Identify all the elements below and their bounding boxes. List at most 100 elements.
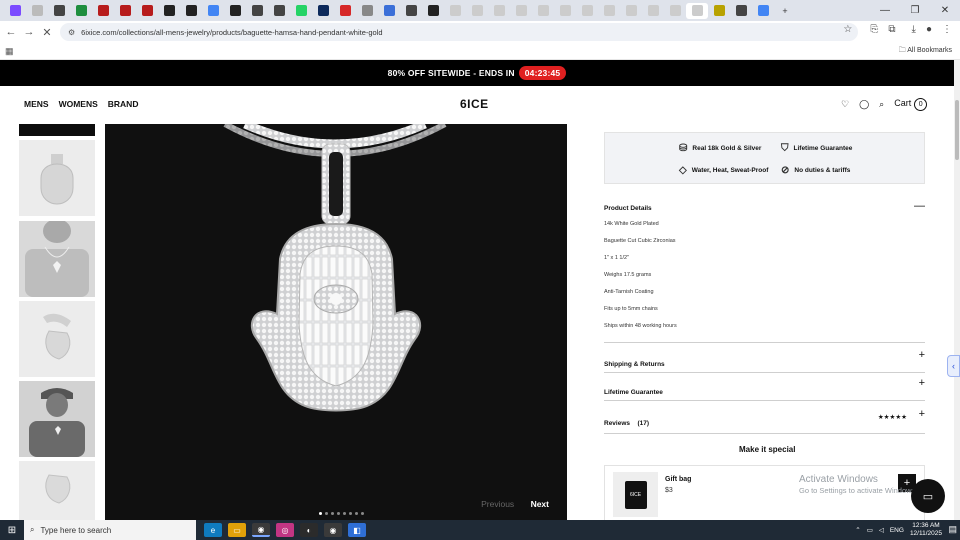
- account-icon[interactable]: ◯: [859, 99, 869, 110]
- expand-plus-icon[interactable]: +: [919, 408, 925, 420]
- nav-item-brand[interactable]: BRAND: [108, 99, 139, 109]
- bookmark-star-icon[interactable]: ☆: [843, 24, 852, 35]
- browser-tab[interactable]: [642, 3, 664, 19]
- browser-tab[interactable]: [246, 3, 268, 19]
- product-details-accordion[interactable]: Product Details — 14k White Gold Plated B…: [604, 200, 925, 343]
- browser-tab[interactable]: [554, 3, 576, 19]
- stop-loading-icon[interactable]: ✕: [38, 26, 56, 39]
- browser-menu-icon[interactable]: ⋮: [942, 24, 952, 35]
- thumbnail[interactable]: [19, 124, 95, 136]
- browser-tab[interactable]: [664, 3, 686, 19]
- reviews-accordion[interactable]: Reviews (17) ★★★★★ +: [604, 408, 925, 434]
- apps-grid-icon[interactable]: ▦: [5, 46, 14, 57]
- gallery-dot[interactable]: [331, 512, 334, 515]
- browser-tab[interactable]: [400, 3, 422, 19]
- restore-icon[interactable]: ❐: [900, 0, 930, 21]
- app-icon[interactable]: ◧: [348, 523, 366, 537]
- browser-tab[interactable]: [686, 2, 708, 19]
- app-icon[interactable]: ◐: [300, 523, 318, 537]
- browser-tab[interactable]: [510, 3, 532, 19]
- browser-tab[interactable]: [114, 3, 136, 19]
- browser-tab[interactable]: [180, 3, 202, 19]
- browser-tab[interactable]: [466, 3, 488, 19]
- browser-tab[interactable]: [202, 3, 224, 19]
- new-tab-icon[interactable]: +: [774, 3, 796, 19]
- shipping-accordion[interactable]: Shipping & Returns +: [604, 349, 925, 373]
- notifications-icon[interactable]: ▤: [948, 524, 957, 535]
- thumbnail[interactable]: [19, 301, 95, 377]
- gallery-dot[interactable]: [337, 512, 340, 515]
- language-indicator[interactable]: ENG: [890, 527, 904, 534]
- browser-tab[interactable]: [224, 3, 246, 19]
- install-app-icon[interactable]: ⎘: [870, 24, 878, 35]
- chat-button[interactable]: ▭: [911, 479, 945, 513]
- all-bookmarks-button[interactable]: 🗀 All Bookmarks: [899, 46, 952, 57]
- wishlist-heart-icon[interactable]: ♡: [841, 99, 849, 110]
- lifetime-accordion[interactable]: Lifetime Guarantee +: [604, 377, 925, 401]
- browser-tab[interactable]: [158, 3, 180, 19]
- windows-start-icon[interactable]: ⊞: [0, 525, 24, 536]
- browser-tab[interactable]: [136, 3, 158, 19]
- site-logo[interactable]: 6ICE: [460, 97, 489, 111]
- minimize-icon[interactable]: —: [870, 0, 900, 21]
- browser-tab[interactable]: [48, 3, 70, 19]
- browser-tab[interactable]: [422, 3, 444, 19]
- browser-tab[interactable]: [290, 3, 312, 19]
- browser-tab[interactable]: [752, 3, 774, 19]
- browser-tab[interactable]: [598, 3, 620, 19]
- instagram-icon[interactable]: ◎: [276, 523, 294, 537]
- file-explorer-icon[interactable]: ▭: [228, 523, 246, 537]
- taskbar-clock[interactable]: 12:36 AM 12/11/2025: [910, 522, 942, 538]
- previous-button[interactable]: Previous: [481, 499, 514, 509]
- taskbar-search[interactable]: ⌕ Type here to search: [24, 520, 196, 540]
- back-icon[interactable]: ←: [2, 26, 20, 38]
- browser-tab[interactable]: [708, 3, 730, 19]
- edge-icon[interactable]: e: [204, 523, 222, 537]
- gallery-dot[interactable]: [343, 512, 346, 515]
- browser-tab[interactable]: [488, 3, 510, 19]
- side-panel-tab[interactable]: ‹: [947, 355, 960, 377]
- browser-tab[interactable]: [92, 3, 114, 19]
- collapse-minus-icon[interactable]: —: [914, 200, 925, 212]
- browser-tab[interactable]: [444, 3, 466, 19]
- scrollbar-thumb[interactable]: [955, 100, 959, 160]
- site-info-icon[interactable]: ⚙: [68, 28, 75, 37]
- gallery-dot[interactable]: [355, 512, 358, 515]
- profile-avatar[interactable]: ●: [926, 24, 932, 35]
- url-input[interactable]: ⚙ 6ixice.com/collections/all-mens-jewelr…: [60, 23, 858, 41]
- thumbnail[interactable]: [19, 219, 95, 297]
- page-scrollbar[interactable]: [954, 60, 960, 520]
- expand-plus-icon[interactable]: +: [919, 349, 925, 361]
- nav-item-mens[interactable]: MENS: [24, 99, 49, 109]
- next-button[interactable]: Next: [531, 499, 549, 509]
- search-icon[interactable]: ⌕: [879, 99, 884, 110]
- browser-tab[interactable]: [730, 3, 752, 19]
- browser-tab[interactable]: [334, 3, 356, 19]
- close-window-icon[interactable]: ✕: [930, 0, 960, 21]
- gallery-dot[interactable]: [349, 512, 352, 515]
- gallery-dot[interactable]: [319, 512, 322, 515]
- tray-chevron-icon[interactable]: ⌃: [855, 526, 860, 534]
- browser-tab[interactable]: [620, 3, 642, 19]
- forward-icon[interactable]: →: [20, 26, 38, 38]
- browser-tab[interactable]: [312, 3, 334, 19]
- browser-tab[interactable]: [70, 3, 92, 19]
- product-main-image[interactable]: Previous Next: [105, 124, 567, 520]
- downloads-icon[interactable]: ⤓: [912, 24, 916, 35]
- browser-tab[interactable]: [378, 3, 400, 19]
- browser-tab[interactable]: [4, 3, 26, 19]
- nav-item-womens[interactable]: WOMENS: [59, 99, 98, 109]
- gallery-dot[interactable]: [325, 512, 328, 515]
- browser-tab[interactable]: [532, 3, 554, 19]
- extensions-icon[interactable]: ⧉: [888, 24, 895, 35]
- browser-tab[interactable]: [576, 3, 598, 19]
- volume-icon[interactable]: ◁: [879, 526, 884, 534]
- expand-plus-icon[interactable]: +: [919, 377, 925, 389]
- cart-button[interactable]: Cart 0: [894, 98, 928, 111]
- thumbnail[interactable]: [19, 381, 95, 457]
- browser-tab[interactable]: [356, 3, 378, 19]
- chrome-icon[interactable]: ◉: [252, 523, 270, 537]
- gallery-dot[interactable]: [361, 512, 364, 515]
- browser-tab[interactable]: [26, 3, 48, 19]
- thumbnail[interactable]: [19, 140, 95, 216]
